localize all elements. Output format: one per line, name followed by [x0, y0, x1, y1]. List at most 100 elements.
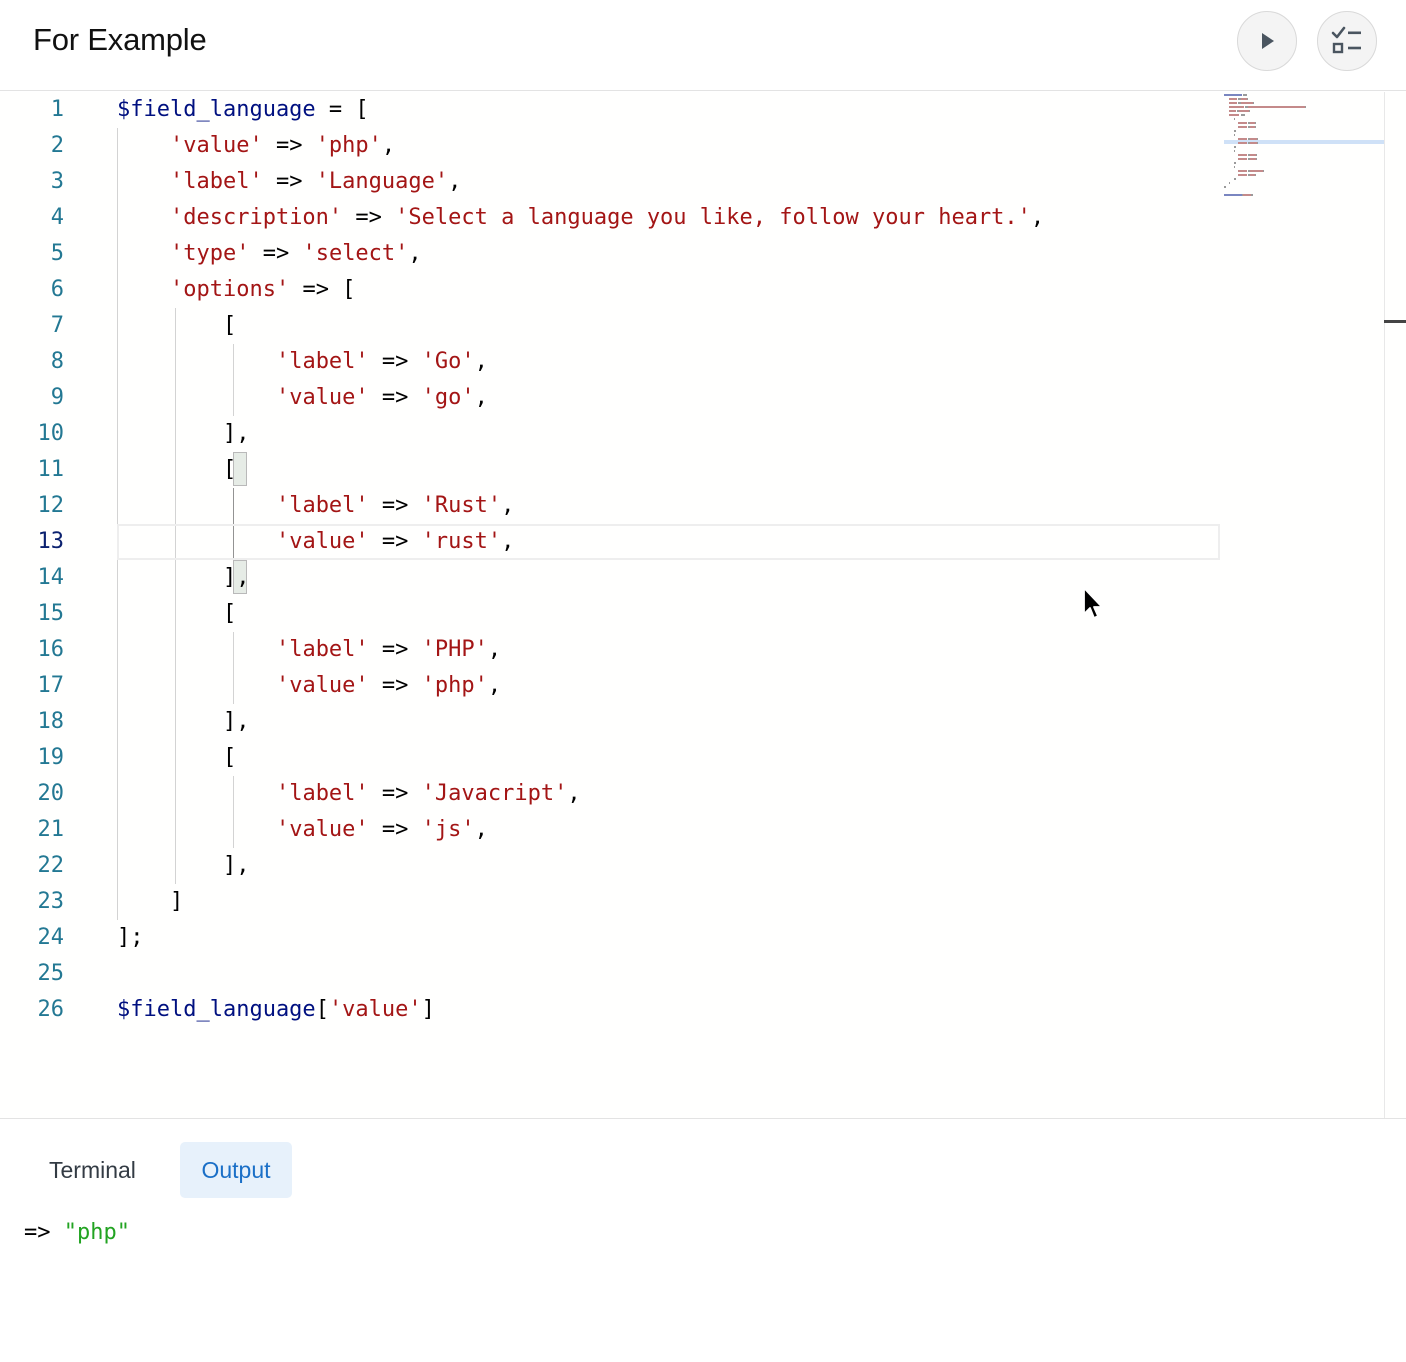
code-text: [ [117, 740, 236, 776]
code-text: [ [117, 308, 236, 344]
code-line[interactable]: 12 'label' => 'Rust', [0, 488, 1216, 524]
line-number: 9 [50, 385, 64, 410]
code-line[interactable]: 23 ] [0, 884, 1216, 920]
minimap-token [1254, 126, 1257, 128]
punctuation-token: , [408, 241, 422, 266]
punctuation-token: , [474, 349, 488, 374]
punctuation-token: => [342, 205, 396, 230]
code-text: 'value' => 'php', [117, 128, 395, 164]
code-line[interactable]: 2 'value' => 'php', [0, 128, 1216, 164]
code-line[interactable]: 13 'value' => 'rust', [0, 524, 1216, 560]
string-token: 'type' [169, 241, 250, 266]
code-line[interactable]: 11 [ [0, 452, 1216, 488]
punctuation-token: => [368, 817, 422, 842]
line-number: 23 [37, 889, 65, 914]
code-line[interactable]: 4 'description' => 'Select a language yo… [0, 200, 1216, 236]
code-line[interactable]: 24]; [0, 920, 1216, 956]
code-text: 'label' => 'PHP', [117, 632, 501, 668]
output-console: => "php" [24, 1216, 130, 1250]
code-line[interactable]: 20 'label' => 'Javacript', [0, 776, 1216, 812]
checklist-button[interactable] [1317, 11, 1377, 71]
minimap-token [1228, 102, 1238, 104]
punctuation-token: => [368, 349, 422, 374]
punctuation-token: => [368, 637, 422, 662]
minimap-token [1233, 118, 1235, 120]
string-token: 'PHP' [421, 637, 488, 662]
checklist-icon [1331, 26, 1361, 54]
line-number: 17 [37, 673, 65, 698]
line-number: 25 [37, 961, 65, 986]
minimap-token [1250, 142, 1258, 144]
punctuation-token: ], [117, 421, 250, 446]
line-number: 14 [37, 565, 65, 590]
minimap-token [1228, 98, 1238, 100]
punctuation-token [117, 277, 170, 302]
punctuation-token: => [ [289, 277, 356, 302]
code-editor[interactable]: 1 $field_language = [2 'value' => 'php', 3… [0, 92, 1406, 1118]
minimap-token [1256, 154, 1258, 156]
editor-header: For Example [0, 0, 1406, 91]
line-number: 16 [37, 637, 65, 662]
minimap-token [1254, 174, 1257, 176]
code-line[interactable]: 5 'type' => 'select', [0, 236, 1216, 272]
punctuation-token [117, 241, 170, 266]
minimap-token [1233, 134, 1235, 136]
code-line[interactable]: 8 'label' => 'Go', [0, 344, 1216, 380]
tab-output[interactable]: Output [180, 1142, 292, 1198]
code-text: 'description' => 'Select a language you … [117, 200, 1044, 236]
minimap-token [1233, 146, 1236, 148]
minimap-token [1238, 154, 1247, 156]
punctuation-token [117, 133, 170, 158]
vertical-scrollbar[interactable] [1384, 92, 1385, 1118]
code-line[interactable]: 3 'label' => 'Language', [0, 164, 1216, 200]
punctuation-token: ], [117, 853, 250, 878]
page-title: For Example [33, 22, 207, 57]
string-token: 'Select a language you like, follow your… [395, 205, 1031, 230]
string-token: 'js' [421, 817, 475, 842]
punctuation-token: ]; [117, 925, 144, 950]
minimap-token [1238, 142, 1247, 144]
code-line[interactable]: 22 ], [0, 848, 1216, 884]
string-token: 'value' [275, 817, 369, 842]
string-token: 'Language' [315, 169, 449, 194]
code-line[interactable]: 10 ], [0, 416, 1216, 452]
code-text: 'label' => 'Go', [117, 344, 488, 380]
line-number: 20 [37, 781, 65, 806]
punctuation-token: => [368, 493, 422, 518]
minimap[interactable] [1222, 92, 1382, 202]
string-token: 'value' [275, 529, 369, 554]
variable-token: $field_language [117, 997, 316, 1022]
code-line[interactable]: 15 [ [0, 596, 1216, 632]
code-line[interactable]: 21 'value' => 'js', [0, 812, 1216, 848]
minimap-token [1304, 106, 1306, 108]
code-line[interactable]: 19 [ [0, 740, 1216, 776]
code-text: 'options' => [ [117, 272, 355, 308]
run-button[interactable] [1237, 11, 1297, 71]
tab-terminal[interactable]: Terminal [34, 1142, 151, 1198]
code-line[interactable]: 17 'value' => 'php', [0, 668, 1216, 704]
code-line[interactable]: 1 $field_language = [ [0, 92, 1216, 128]
mouse-pointer-icon [1083, 587, 1103, 619]
code-text: $field_language = [ [117, 92, 369, 128]
minimap-token [1256, 158, 1258, 160]
code-line[interactable]: 14 ], [0, 560, 1216, 596]
minimap-token [1228, 106, 1245, 108]
code-line[interactable]: 6 'options' => [ [0, 272, 1216, 308]
code-line[interactable]: 18 ], [0, 704, 1216, 740]
string-token: 'label' [275, 637, 369, 662]
punctuation-token [117, 817, 276, 842]
minimap-token [1233, 130, 1236, 132]
minimap-token [1238, 126, 1247, 128]
punctuation-token: , [501, 529, 515, 554]
line-number: 15 [37, 601, 65, 626]
punctuation-token: , [448, 169, 462, 194]
code-line[interactable]: 9 'value' => 'go', [0, 380, 1216, 416]
punctuation-token: [ [117, 601, 237, 626]
code-line[interactable]: 7 [ [0, 308, 1216, 344]
code-text: 'value' => 'js', [117, 812, 488, 848]
variable-token: $field_language [117, 97, 316, 122]
minimap-token [1224, 94, 1242, 96]
code-line[interactable]: 26 $field_language['value'] [0, 992, 1216, 1028]
code-line[interactable]: 25 [0, 956, 1216, 992]
code-line[interactable]: 16 'label' => 'PHP', [0, 632, 1216, 668]
